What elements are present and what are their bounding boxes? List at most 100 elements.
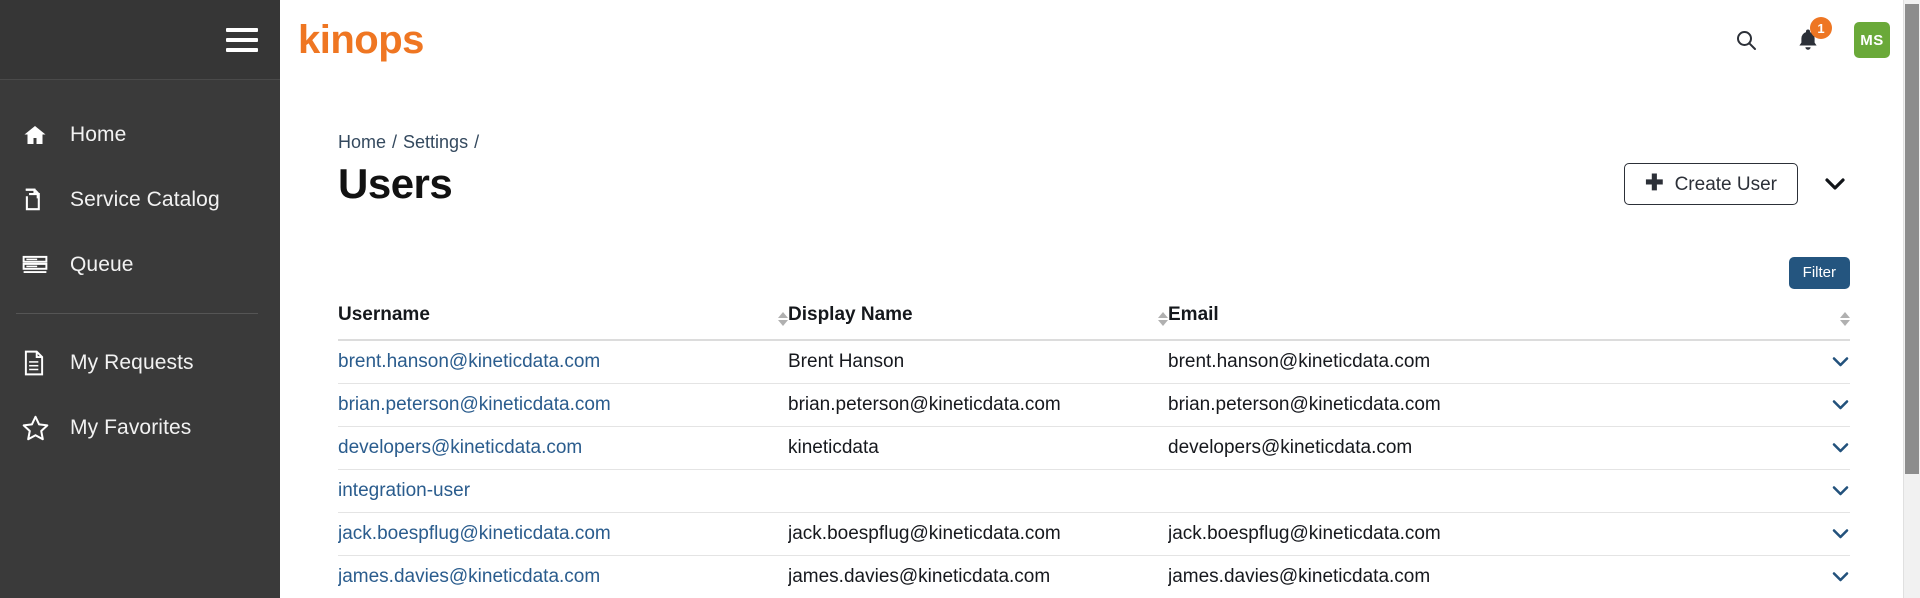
cell-username: jack.boespflug@kineticdata.com	[338, 512, 788, 556]
column-sort-display-name[interactable]	[1138, 297, 1168, 341]
breadcrumb-item-settings[interactable]: Settings	[403, 132, 468, 153]
column-sort-email[interactable]	[1804, 297, 1850, 341]
sort-icon[interactable]	[1158, 311, 1168, 326]
cell-email	[1168, 469, 1804, 513]
table-row[interactable]: brian.peterson@kineticdata.com brian.pete…	[338, 383, 1850, 427]
row-chevron-down-icon[interactable]	[1804, 426, 1850, 470]
sidebar-item-service-catalog[interactable]: Service Catalog	[0, 167, 280, 232]
table-body: brent.hanson@kineticdata.com Brent Hanson…	[338, 339, 1850, 598]
notification-badge: 1	[1810, 17, 1832, 39]
breadcrumb-separator: /	[392, 132, 398, 152]
document-icon	[22, 350, 66, 376]
table-row[interactable]: brent.hanson@kineticdata.com Brent Hanson…	[338, 339, 1850, 384]
email-text: brent.hanson@kineticdata.com	[1168, 350, 1431, 372]
brand-logo[interactable]: kinops	[298, 20, 424, 60]
page-title-row: Users ✚ Create User	[338, 159, 1850, 209]
hamburger-menu-icon[interactable]	[226, 27, 258, 52]
create-user-button[interactable]: ✚ Create User	[1624, 163, 1798, 206]
display-name-text: jack.boespflug@kineticdata.com	[788, 522, 1061, 544]
cell-username: james.davies@kineticdata.com	[338, 555, 788, 598]
row-chevron-down-icon[interactable]	[1804, 555, 1850, 598]
column-header-email[interactable]: Email	[1168, 297, 1804, 341]
copy-documents-icon	[22, 187, 66, 213]
table-row[interactable]: developers@kineticdata.com kineticdata dev…	[338, 426, 1850, 470]
column-sort-username[interactable]	[758, 297, 788, 341]
bell-icon[interactable]: 1	[1792, 17, 1832, 56]
sidebar-item-home[interactable]: Home	[0, 102, 280, 167]
cell-email: james.davies@kineticdata.com	[1168, 555, 1804, 598]
home-icon	[22, 123, 66, 147]
username-link[interactable]: brian.peterson@kineticdata.com	[338, 394, 611, 415]
topbar: kinops 1 MS	[280, 0, 1920, 80]
row-chevron-down-icon[interactable]	[1804, 383, 1850, 427]
cell-username: brent.hanson@kineticdata.com	[338, 339, 788, 384]
sidebar-item-queue[interactable]: Queue	[0, 232, 280, 297]
filter-row: Filter	[338, 257, 1850, 289]
display-name-text: james.davies@kineticdata.com	[788, 565, 1051, 587]
sidebar-item-label: My Favorites	[70, 415, 192, 439]
cell-display-name: brian.peterson@kineticdata.com	[788, 383, 1168, 427]
username-link[interactable]: brent.hanson@kineticdata.com	[338, 351, 600, 372]
email-text: brian.peterson@kineticdata.com	[1168, 393, 1441, 415]
star-icon	[22, 415, 66, 441]
display-name-text: brian.peterson@kineticdata.com	[788, 393, 1061, 415]
username-link[interactable]: developers@kineticdata.com	[338, 437, 582, 458]
row-chevron-down-icon[interactable]	[1804, 469, 1850, 513]
plus-icon: ✚	[1645, 170, 1664, 196]
hamburger-bar	[226, 27, 258, 32]
column-label: Username	[338, 303, 430, 325]
cell-email: brian.peterson@kineticdata.com	[1168, 383, 1804, 427]
cell-display-name: Brent Hanson	[788, 339, 1168, 384]
table-header-row: Username Display Name Email	[338, 297, 1850, 341]
table-row[interactable]: jack.boespflug@kineticdata.com jack.boesp…	[338, 512, 1850, 556]
filter-button[interactable]: Filter	[1788, 257, 1850, 289]
app-root: Home Service Catalog Queue My Requests M…	[0, 0, 1920, 598]
vertical-scrollbar[interactable]	[1903, 0, 1920, 598]
cell-display-name: jack.boespflug@kineticdata.com	[788, 512, 1168, 556]
sidebar-header	[0, 0, 280, 80]
page-actions: ✚ Create User	[1624, 163, 1850, 206]
breadcrumb-separator: /	[474, 132, 480, 152]
email-text: jack.boespflug@kineticdata.com	[1168, 522, 1441, 544]
username-link[interactable]: james.davies@kineticdata.com	[338, 566, 600, 587]
users-table: Username Display Name Email brent.hanson…	[338, 297, 1850, 598]
row-chevron-down-icon[interactable]	[1804, 339, 1850, 384]
sidebar-divider	[16, 313, 258, 314]
cell-email: jack.boespflug@kineticdata.com	[1168, 512, 1804, 556]
sidebar-item-label: Home	[70, 122, 127, 146]
sort-icon[interactable]	[1840, 311, 1850, 326]
display-name-text: Brent Hanson	[788, 350, 905, 372]
cell-email: developers@kineticdata.com	[1168, 426, 1804, 470]
more-actions-chevron-down-icon[interactable]	[1820, 169, 1850, 199]
sort-icon[interactable]	[778, 311, 788, 326]
column-header-username[interactable]: Username	[338, 297, 758, 341]
table-header: Username Display Name Email	[338, 297, 1850, 341]
list-lines-icon	[22, 255, 66, 275]
hamburger-bar	[226, 37, 258, 42]
page-content: Home / Settings / Users ✚ Create User Fi…	[280, 80, 1920, 598]
cell-display-name	[788, 469, 1168, 513]
sidebar-item-label: Queue	[70, 252, 134, 276]
cell-username: developers@kineticdata.com	[338, 426, 788, 470]
hamburger-bar	[226, 47, 258, 52]
row-chevron-down-icon[interactable]	[1804, 512, 1850, 556]
breadcrumb: Home / Settings /	[338, 80, 1850, 153]
column-label: Email	[1168, 303, 1219, 325]
cell-username: integration-user	[338, 469, 788, 513]
search-icon[interactable]	[1730, 24, 1762, 56]
table-row[interactable]: integration-user	[338, 469, 1850, 513]
topbar-actions: 1 MS	[1730, 17, 1896, 58]
cell-display-name: james.davies@kineticdata.com	[788, 555, 1168, 598]
avatar[interactable]: MS	[1854, 22, 1890, 58]
sidebar-nav: Home Service Catalog Queue My Requests M…	[0, 80, 280, 460]
sidebar-item-my-favorites[interactable]: My Favorites	[0, 395, 280, 460]
column-header-display-name[interactable]: Display Name	[788, 297, 1138, 341]
breadcrumb-item-home[interactable]: Home	[338, 132, 386, 153]
username-link[interactable]: integration-user	[338, 480, 470, 501]
scrollbar-thumb[interactable]	[1905, 4, 1919, 474]
sidebar-item-my-requests[interactable]: My Requests	[0, 330, 280, 395]
table-row[interactable]: james.davies@kineticdata.com james.davies…	[338, 555, 1850, 598]
create-user-label: Create User	[1674, 173, 1777, 195]
username-link[interactable]: jack.boespflug@kineticdata.com	[338, 523, 611, 544]
sidebar: Home Service Catalog Queue My Requests M…	[0, 0, 280, 598]
